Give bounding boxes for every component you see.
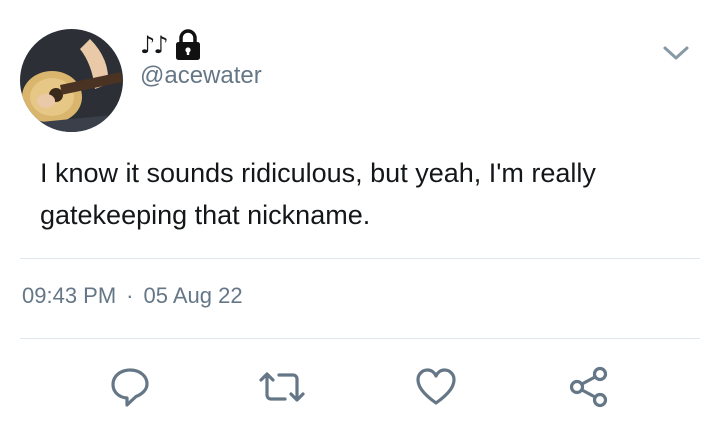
tweet-date: 05 Aug 22 (143, 283, 243, 308)
lock-icon (173, 29, 203, 61)
heart-icon (414, 365, 458, 409)
timestamp-separator: · (126, 283, 134, 308)
tweet-time: 09:43 PM (22, 283, 117, 308)
display-name[interactable]: ♪♪ (140, 31, 169, 59)
user-handle[interactable]: @acewater (140, 62, 262, 90)
reply-button[interactable] (107, 364, 153, 410)
share-icon (567, 365, 611, 409)
guitar-player-avatar-image (20, 29, 123, 132)
retweet-icon (257, 365, 307, 409)
divider (20, 258, 700, 259)
retweet-button[interactable] (259, 364, 305, 410)
tweet-timestamp: 09:43 PM · 05 Aug 22 (22, 283, 243, 309)
tweet-text: I know it sounds ridiculous, but yeah, I… (40, 158, 596, 230)
name-row: ♪♪ (140, 28, 203, 62)
like-button[interactable] (413, 364, 459, 410)
avatar[interactable] (20, 29, 123, 132)
share-button[interactable] (566, 364, 612, 410)
reply-icon (108, 365, 152, 409)
chevron-down-icon[interactable] (660, 40, 692, 66)
divider (20, 338, 700, 339)
